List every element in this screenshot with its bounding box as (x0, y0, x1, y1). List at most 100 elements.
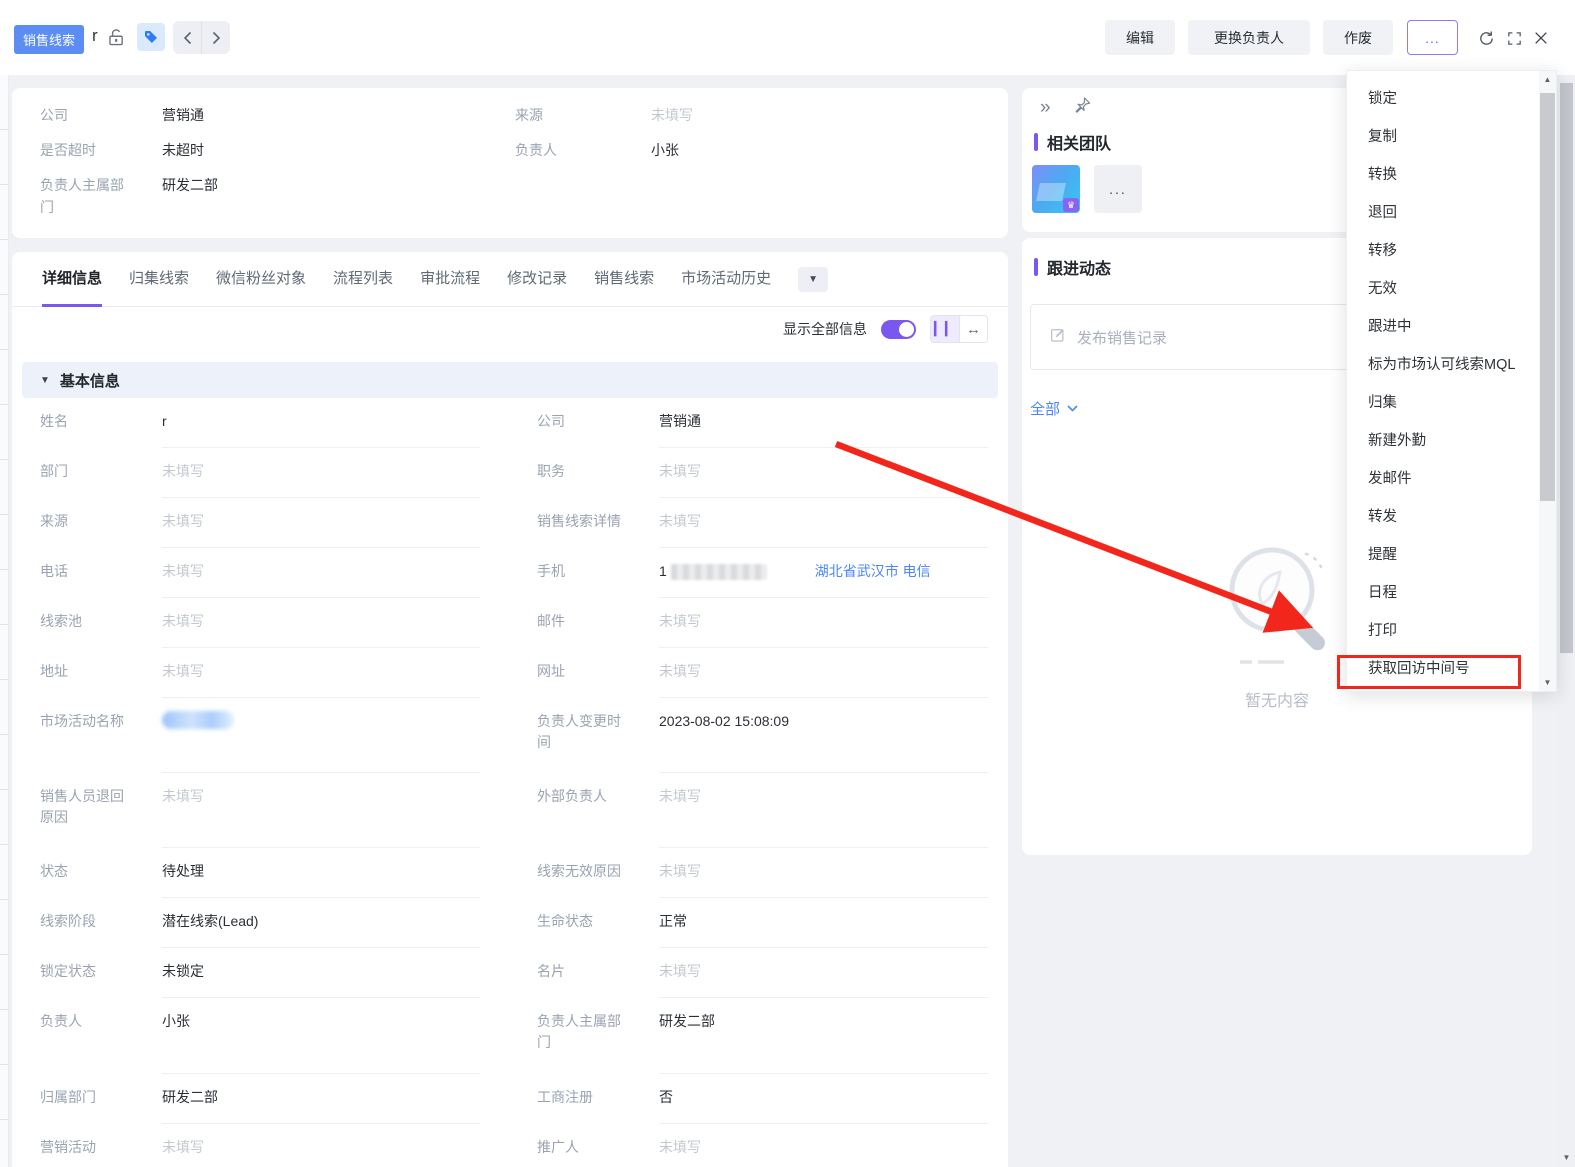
field-row: 市场活动名称 负责人变更时间 2023-08-02 15:08:09 (12, 698, 1008, 773)
field-value: 研发二部 (659, 998, 988, 1074)
field-label: 来源 (40, 513, 68, 529)
tab-change-log[interactable]: 修改记录 (507, 252, 567, 307)
field-label: 锁定状态 (40, 963, 96, 979)
page-scrollbar-thumb[interactable] (1560, 83, 1573, 653)
menu-item-schedule[interactable]: 日程 (1347, 574, 1556, 612)
show-all-toggle[interactable] (881, 319, 916, 339)
field-value: 未填写 (659, 1124, 988, 1167)
field-label: 来源 (515, 107, 543, 123)
menu-item-following[interactable]: 跟进中 (1347, 308, 1556, 346)
field-label: 负责人主属部门 (40, 177, 124, 215)
detail-toolbar: 显示全部信息 ▎▎ ↔ (12, 307, 1008, 351)
field-row: 负责人 小张 负责人主属部门 研发二部 (12, 998, 1008, 1074)
chevron-down-icon (1067, 405, 1078, 412)
more-actions-button[interactable]: ... (1407, 20, 1458, 55)
field-label: 邮件 (537, 613, 565, 629)
menu-item-forward[interactable]: 转发 (1347, 498, 1556, 536)
prev-record-button[interactable] (173, 21, 202, 54)
field-row: 锁定状态 未锁定 名片 未填写 (12, 948, 1008, 998)
wide-layout-button[interactable]: ↔ (959, 316, 987, 342)
phone-field-value: 1 湖北省武汉市 电信 (659, 548, 988, 598)
campaign-field-value (162, 698, 480, 773)
menu-item-lock[interactable]: 锁定 (1347, 80, 1556, 118)
tabs-overflow-button[interactable]: ▼ (798, 266, 829, 292)
tab-sales-leads[interactable]: 销售线索 (594, 252, 654, 307)
menu-item-collect[interactable]: 归集 (1347, 384, 1556, 422)
field-label: 公司 (40, 107, 68, 123)
tab-campaign-history[interactable]: 市场活动历史 (681, 252, 771, 307)
basic-info-section-header[interactable]: ▼ 基本信息 (22, 362, 998, 398)
field-label: 名片 (537, 963, 565, 979)
tab-wechat-fans[interactable]: 微信粉丝对象 (216, 252, 306, 307)
record-pager (173, 21, 230, 54)
tab-process-list[interactable]: 流程列表 (333, 252, 393, 307)
field-value: 营销通 (162, 107, 204, 123)
edit-button[interactable]: 编辑 (1105, 20, 1175, 55)
field-row: 姓名 r 公司 营销通 (12, 398, 1008, 448)
related-team-title: 相关团队 (1047, 136, 1112, 153)
field-label: 职务 (537, 463, 565, 479)
field-label: 负责人主属部门 (537, 1013, 621, 1050)
field-value: r (162, 398, 480, 448)
menu-item-convert[interactable]: 转换 (1347, 156, 1556, 194)
field-value: 否 (659, 1074, 988, 1124)
unlock-icon (106, 27, 127, 54)
summary-field: 来源 未填写 (515, 104, 693, 126)
field-value: 未填写 (659, 773, 988, 848)
menu-item-return[interactable]: 退回 (1347, 194, 1556, 232)
menu-item-mark-mql[interactable]: 标为市场认可线索MQL (1347, 346, 1556, 384)
pin-icon[interactable] (1073, 96, 1092, 120)
field-label: 营销活动 (40, 1139, 96, 1155)
tag-icon[interactable] (137, 23, 165, 51)
page-scrollbar[interactable]: ▼ (1558, 75, 1575, 1167)
field-value: 未填写 (651, 107, 693, 123)
tab-detail-info[interactable]: 详细信息 (42, 252, 103, 307)
page-scroll-down-icon[interactable]: ▼ (1558, 1151, 1575, 1165)
detail-card: 详细信息 归集线索 微信粉丝对象 流程列表 审批流程 修改记录 销售线索 市场活… (12, 252, 1008, 1167)
menu-item-new-field-work[interactable]: 新建外勤 (1347, 422, 1556, 460)
two-column-layout-button[interactable]: ▎▎ (931, 316, 959, 342)
summary-field: 负责人主属部门 研发二部 (40, 174, 218, 218)
menu-item-copy[interactable]: 复制 (1347, 118, 1556, 156)
menu-item-reminder[interactable]: 提醒 (1347, 536, 1556, 574)
field-label: 是否超时 (40, 142, 96, 158)
change-owner-button[interactable]: 更换负责人 (1188, 20, 1310, 55)
scroll-up-icon[interactable]: ▲ (1539, 71, 1556, 88)
field-value: 未填写 (162, 598, 480, 648)
collapse-panel-icon[interactable]: » (1040, 97, 1051, 119)
invalidate-button[interactable]: 作废 (1323, 20, 1393, 55)
field-row: 归属部门 研发二部 工商注册 否 (12, 1074, 1008, 1124)
scrollbar-thumb[interactable] (1540, 93, 1555, 501)
field-value: 未填写 (162, 648, 480, 698)
menu-item-invalid[interactable]: 无效 (1347, 270, 1556, 308)
tab-collected-leads[interactable]: 归集线索 (129, 252, 189, 307)
scroll-down-icon[interactable]: ▼ (1539, 674, 1556, 691)
menu-item-transfer[interactable]: 转移 (1347, 232, 1556, 270)
team-more-button[interactable]: ... (1094, 165, 1142, 213)
field-value: 潜在线索(Lead) (162, 898, 480, 948)
title-accent-bar (1034, 133, 1038, 151)
field-value: 未填写 (659, 598, 988, 648)
menu-item-get-callback-number[interactable]: 获取回访中间号 (1347, 650, 1556, 688)
field-label: 线索阶段 (40, 913, 96, 929)
field-label: 部门 (40, 463, 68, 479)
refresh-icon[interactable] (1476, 28, 1496, 48)
menu-item-send-email[interactable]: 发邮件 (1347, 460, 1556, 498)
field-value: 未填写 (162, 448, 480, 498)
feed-title: 跟进动态 (1047, 261, 1112, 278)
tab-approval-flow[interactable]: 审批流程 (420, 252, 480, 307)
feed-filter-label: 全部 (1030, 401, 1061, 418)
field-label: 负责人 (40, 1013, 82, 1029)
field-value: 未填写 (162, 548, 480, 598)
field-value: 未填写 (659, 448, 988, 498)
field-row: 状态 待处理 线索无效原因 未填写 (12, 848, 1008, 898)
dropdown-scrollbar[interactable]: ▲ ▼ (1539, 71, 1556, 691)
next-record-button[interactable] (202, 21, 230, 54)
close-icon[interactable] (1531, 28, 1551, 48)
menu-item-print[interactable]: 打印 (1347, 612, 1556, 650)
feed-filter-dropdown[interactable]: 全部 (1030, 398, 1078, 419)
fullscreen-icon[interactable] (1504, 28, 1524, 48)
team-member-avatar[interactable]: ♛ (1032, 165, 1080, 213)
collapse-caret-icon: ▼ (40, 374, 50, 386)
top-bar: 销售线索 r 编辑 更换负责人 作废 ... (0, 0, 1575, 75)
